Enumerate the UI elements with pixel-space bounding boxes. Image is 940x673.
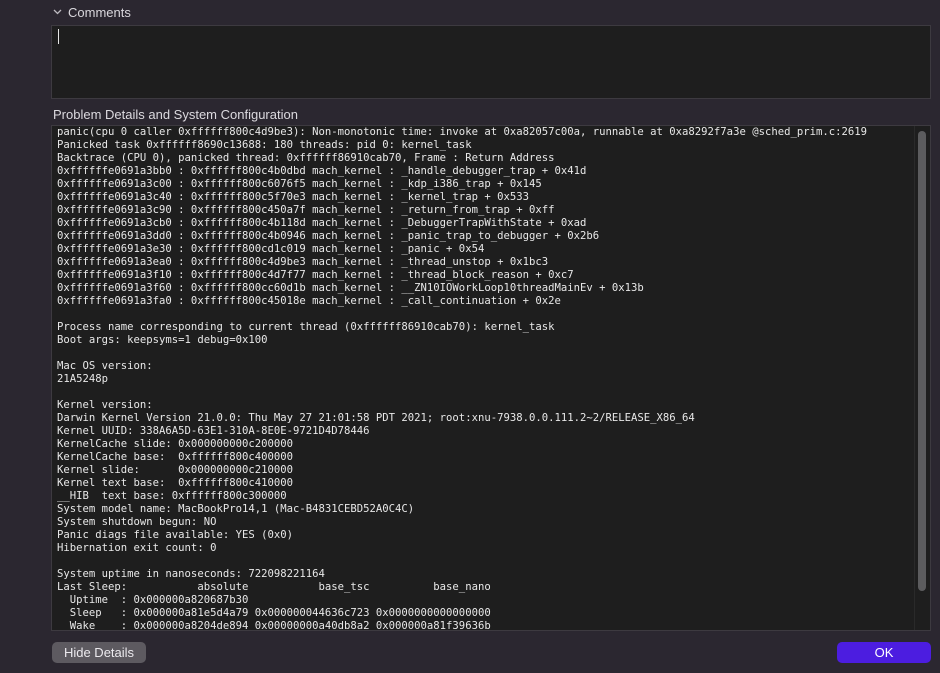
comments-textarea[interactable]	[51, 25, 931, 99]
comments-disclosure[interactable]: Comments	[52, 3, 131, 21]
scrollbar-thumb[interactable]	[918, 131, 926, 591]
problem-details-title: Problem Details and System Configuration	[53, 107, 298, 122]
problem-details-textview[interactable]: panic(cpu 0 caller 0xffffff800c4d9be3): …	[51, 125, 931, 631]
comments-label: Comments	[68, 4, 131, 20]
chevron-down-icon[interactable]	[52, 7, 62, 17]
vertical-scrollbar[interactable]	[914, 126, 929, 630]
text-cursor	[58, 29, 59, 44]
hide-details-button[interactable]: Hide Details	[52, 642, 146, 663]
problem-details-text: panic(cpu 0 caller 0xffffff800c4d9be3): …	[57, 126, 868, 631]
ok-button[interactable]: OK	[837, 642, 931, 663]
